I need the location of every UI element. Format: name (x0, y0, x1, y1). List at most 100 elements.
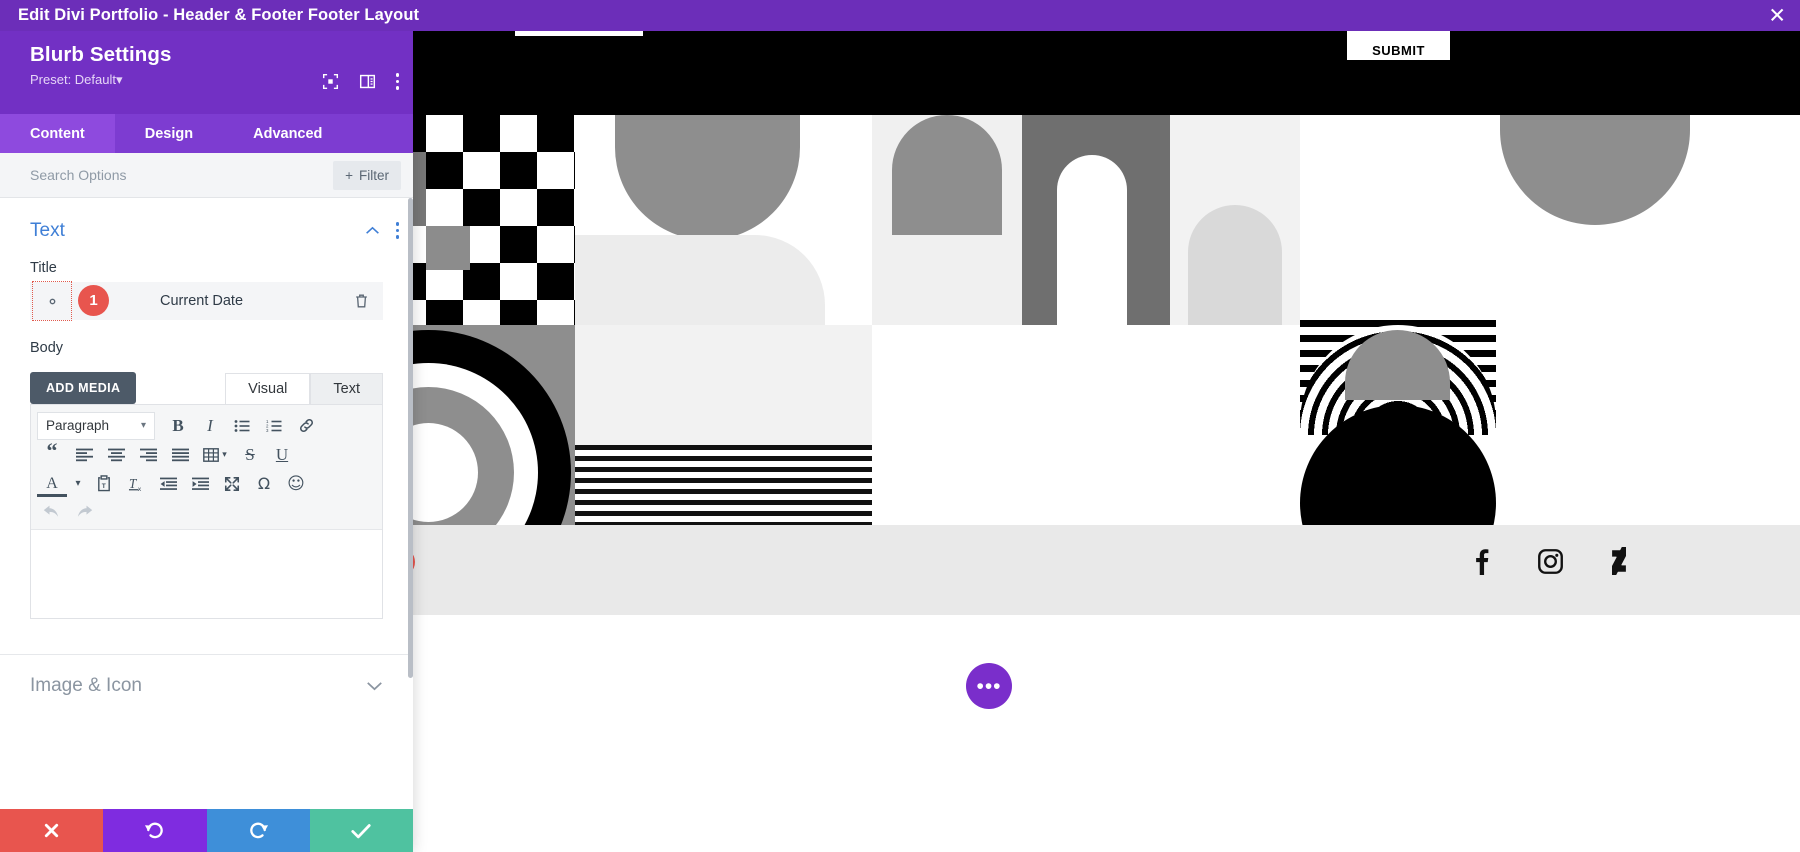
svg-text:3: 3 (266, 428, 269, 433)
layout-icon[interactable] (359, 73, 376, 90)
panel-header-actions (322, 73, 400, 90)
editor-toolbar-row-2: “ (37, 440, 376, 469)
body-editor-header: ADD MEDIA Visual Text (30, 372, 383, 404)
numbered-list-icon[interactable]: 1 2 3 (259, 411, 289, 440)
pattern-tile-column (1022, 115, 1170, 525)
cancel-button[interactable] (0, 809, 103, 852)
pattern-tile-arcs (1300, 115, 1800, 525)
filter-label: Filter (359, 168, 389, 183)
image-icon-section[interactable]: Image & Icon (0, 654, 413, 717)
focus-icon[interactable] (322, 73, 339, 90)
panel-footer-actions (0, 809, 413, 852)
facebook-icon[interactable] (1470, 547, 1493, 575)
align-left-icon[interactable] (69, 440, 99, 469)
section-more-options-icon[interactable] (396, 222, 400, 239)
bulleted-list-icon[interactable] (227, 411, 257, 440)
editor-toolbar: Paragraph ▾ B I (31, 405, 382, 530)
clear-formatting-icon[interactable]: T x (121, 469, 151, 498)
panel-scrollbar[interactable] (408, 198, 413, 678)
chevron-up-icon[interactable] (365, 226, 380, 235)
tab-text[interactable]: Text (310, 373, 383, 404)
save-button[interactable] (310, 809, 413, 852)
close-icon[interactable]: ✕ (1768, 5, 1786, 26)
search-options-bar: + Filter (0, 153, 413, 198)
title-field-row: 1 Current Date (30, 282, 383, 320)
align-right-icon[interactable] (133, 440, 163, 469)
social-links (1470, 547, 1630, 575)
chevron-down-icon: ▾ (116, 72, 123, 87)
trash-icon[interactable] (354, 293, 369, 309)
text-color-caret-icon[interactable]: ▾ (69, 469, 87, 498)
image-icon-title: Image & Icon (30, 675, 142, 697)
tab-advanced[interactable]: Advanced (223, 114, 352, 153)
align-center-icon[interactable] (101, 440, 131, 469)
rich-text-editor: Paragraph ▾ B I (30, 404, 383, 619)
filter-button[interactable]: + Filter (333, 161, 401, 190)
redo-button[interactable] (207, 809, 310, 852)
editor-mode-tabs: Visual Text (225, 373, 383, 404)
undo-button[interactable] (103, 809, 206, 852)
svg-text:T: T (102, 483, 106, 490)
table-icon[interactable]: ▾ (197, 440, 233, 469)
tab-visual[interactable]: Visual (225, 373, 310, 404)
page-title: Edit Divi Portfolio - Header & Footer Fo… (18, 6, 419, 25)
paste-as-text-icon[interactable]: T (89, 469, 119, 498)
section-controls (365, 222, 400, 239)
editor-toolbar-row-3: A ▾ T T (37, 469, 376, 498)
text-color-icon[interactable]: A (37, 473, 67, 497)
undo-icon[interactable] (37, 498, 67, 527)
more-options-icon[interactable] (396, 73, 400, 90)
pattern-tile-halfcircle (575, 115, 872, 525)
strikethrough-icon[interactable]: S (235, 440, 265, 469)
body-field-label: Body (0, 320, 413, 362)
italic-icon[interactable]: I (195, 411, 225, 440)
submit-button[interactable]: SUBMIT (1347, 31, 1450, 60)
fullscreen-icon[interactable] (217, 469, 247, 498)
chevron-down-icon: ▾ (141, 420, 146, 431)
title-value[interactable]: Current Date (160, 293, 243, 309)
text-section-header: Text (0, 198, 413, 252)
body-editor-area[interactable] (31, 530, 382, 618)
underline-icon[interactable]: U (267, 440, 297, 469)
gear-icon[interactable] (32, 281, 72, 321)
divi-builder-screen: Edit Divi Portfolio - Header & Footer Fo… (0, 0, 1800, 852)
special-character-icon[interactable]: Ω (249, 469, 279, 498)
panel-header: Blurb Settings Preset: Default▾ (0, 31, 413, 114)
window-title-bar: Edit Divi Portfolio - Header & Footer Fo… (0, 0, 1800, 31)
panel-tabs: Content Design Advanced (0, 114, 413, 153)
section-title: Text (30, 220, 65, 242)
link-icon[interactable] (291, 411, 321, 440)
chevron-down-icon[interactable] (366, 681, 383, 691)
editor-toolbar-row-1: Paragraph ▾ B I (37, 411, 376, 440)
emoji-icon[interactable]: ☺ (281, 469, 311, 498)
format-select-value: Paragraph (46, 418, 109, 433)
tab-design[interactable]: Design (115, 114, 223, 153)
indent-icon[interactable] (185, 469, 215, 498)
pattern-tile-light (1170, 115, 1300, 525)
search-input[interactable] (30, 167, 280, 183)
outdent-icon[interactable] (153, 469, 183, 498)
svg-text:T: T (128, 476, 137, 491)
format-select[interactable]: Paragraph ▾ (37, 412, 155, 440)
panel-body: Text Title 1 (0, 198, 413, 809)
redo-icon[interactable] (69, 498, 99, 527)
bold-icon[interactable]: B (163, 411, 193, 440)
panel-title: Blurb Settings (30, 43, 397, 67)
add-media-button[interactable]: ADD MEDIA (30, 372, 136, 404)
chevron-down-icon: ▾ (222, 449, 227, 460)
editor-toolbar-row-4 (37, 498, 376, 527)
pattern-tile-arch (872, 115, 1022, 525)
instagram-icon[interactable] (1537, 548, 1564, 575)
blockquote-icon[interactable]: “ (37, 440, 67, 469)
svg-text:x: x (137, 486, 141, 492)
preset-label: Preset: Default (30, 72, 116, 87)
blurb-settings-panel: Blurb Settings Preset: Default▾ (0, 31, 413, 852)
deviantart-icon[interactable] (1608, 547, 1630, 575)
tab-content[interactable]: Content (0, 114, 115, 153)
align-justify-icon[interactable] (165, 440, 195, 469)
preview-nav-underline (515, 31, 643, 36)
title-step-badge: 1 (78, 285, 109, 316)
builder-fab-button[interactable]: ••• (966, 663, 1012, 709)
plus-icon: + (345, 168, 353, 183)
title-field-label: Title (0, 252, 413, 282)
